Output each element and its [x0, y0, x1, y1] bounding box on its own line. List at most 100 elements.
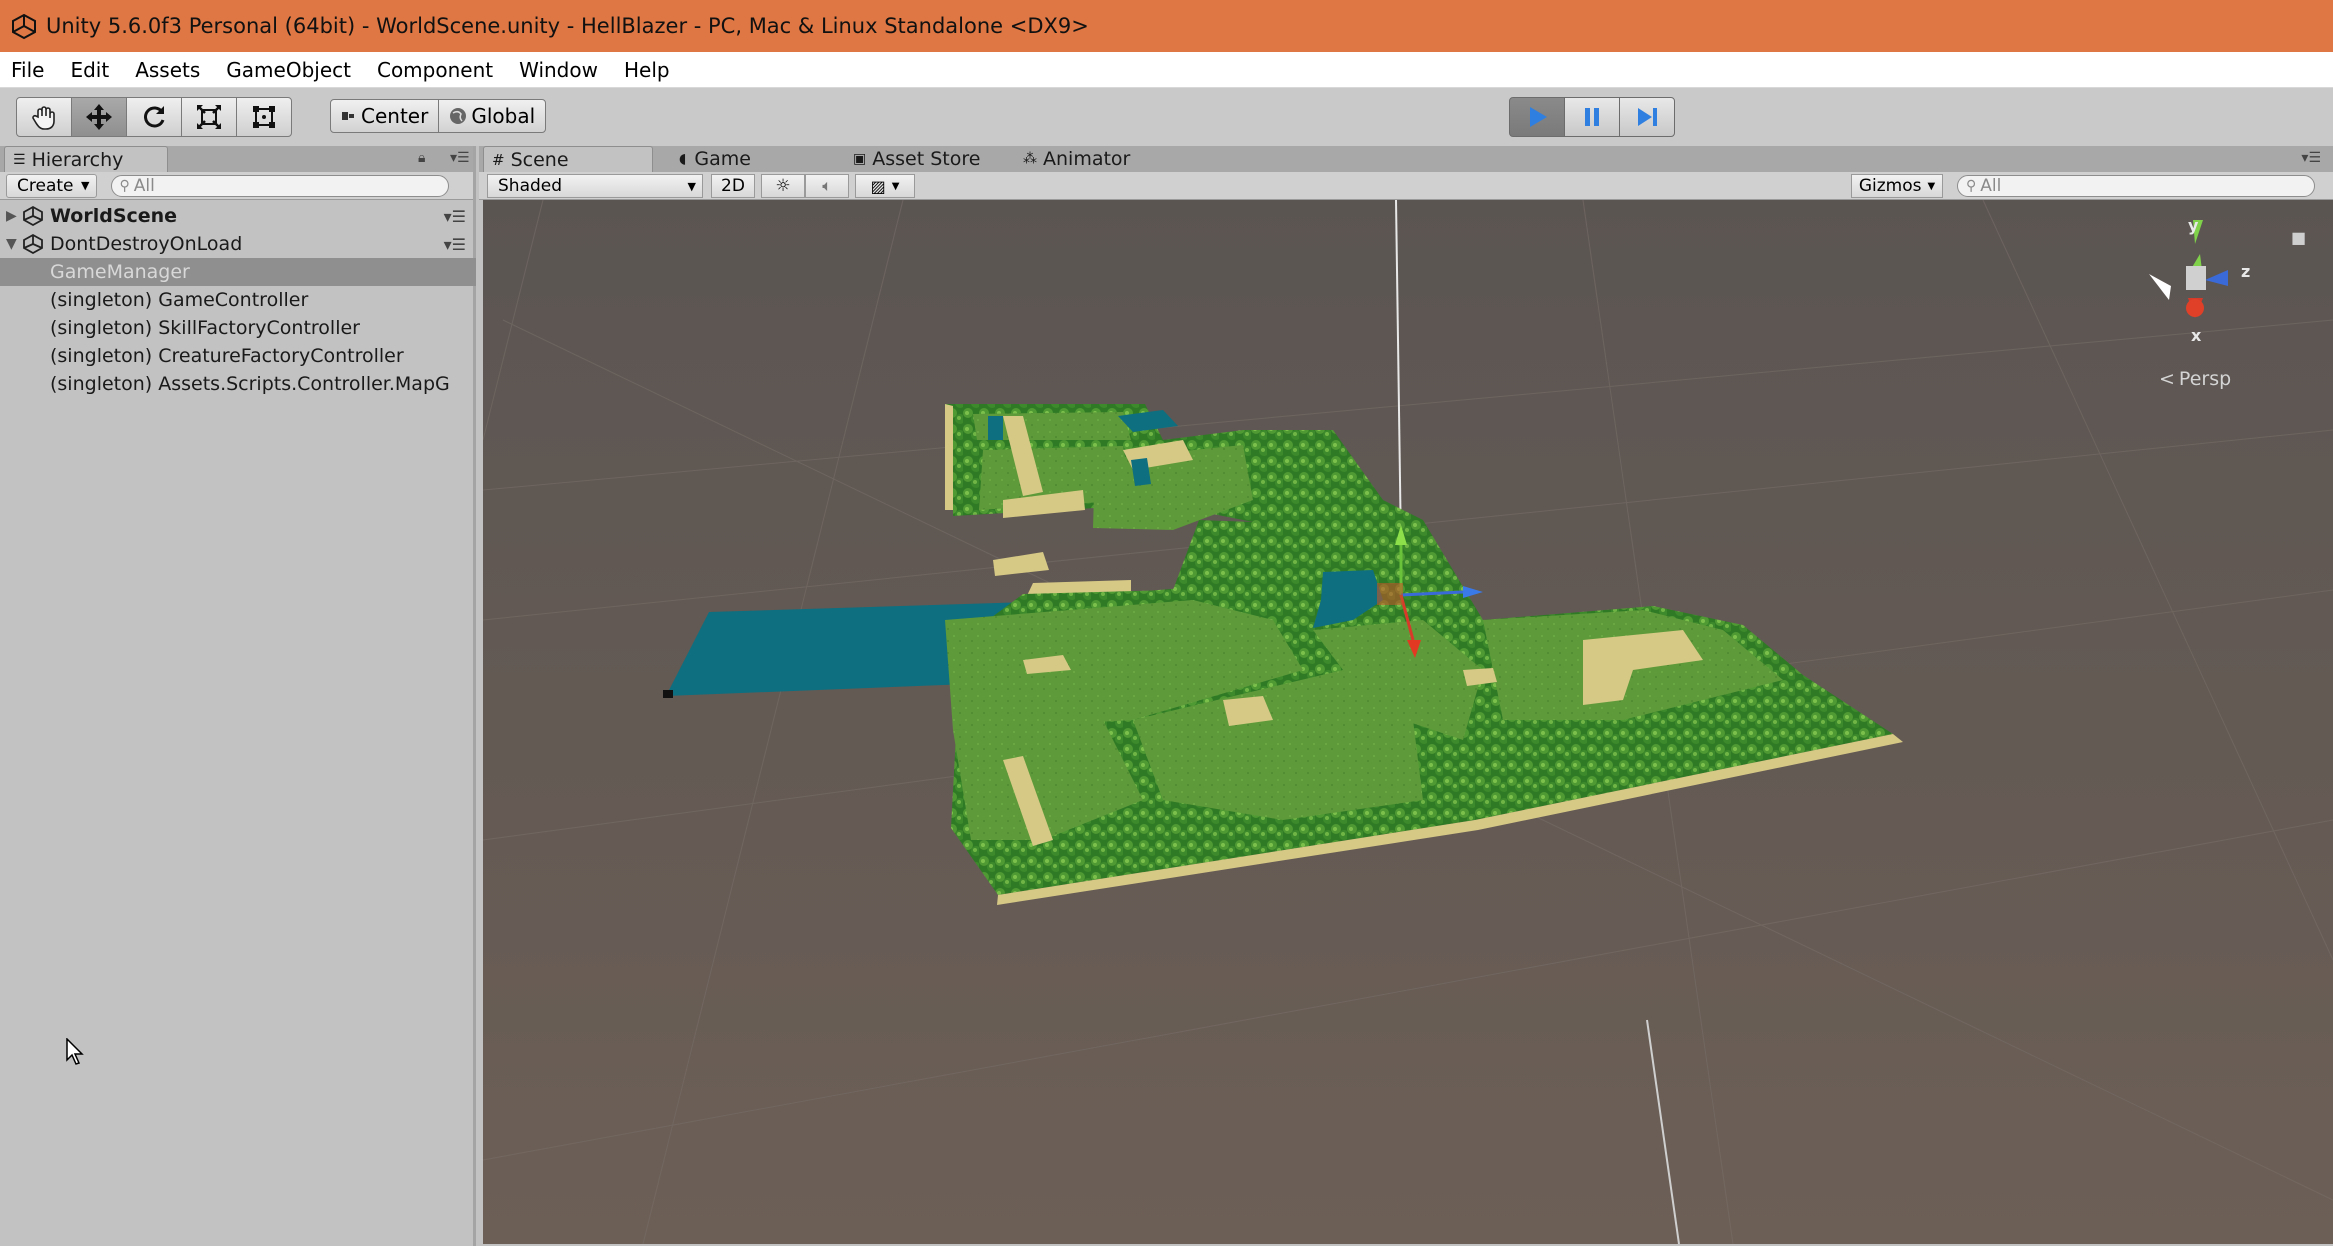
tab-scene[interactable]: # Scene [483, 146, 653, 172]
menu-component[interactable]: Component [364, 58, 506, 82]
pivot-global-label: Global [471, 104, 536, 128]
chevron-down-icon: ▼ [687, 179, 696, 193]
menu-file[interactable]: File [0, 58, 57, 82]
menu-window[interactable]: Window [506, 58, 611, 82]
projection-label: Persp [2178, 368, 2232, 390]
chevron-down-icon: ▼ [1927, 180, 1936, 192]
hierarchy-panel: ☰ Hierarchy 🔒︎ ▾☰ Create ▼ ⚲ All ▶ World… [0, 146, 476, 1246]
title-bar: Unity 5.6.0f3 Personal (64bit) - WorldSc… [0, 0, 2333, 52]
hierarchy-item-skillfactorycontroller[interactable]: (singleton) SkillFactoryController [0, 314, 476, 342]
pacman-icon: ◖ [679, 151, 687, 167]
menu-help[interactable]: Help [611, 58, 683, 82]
tab-game-label: Game [694, 148, 751, 170]
globe-icon [450, 108, 467, 124]
hierarchy-scene-worldscene[interactable]: ▶ WorldScene ▾☰ [0, 202, 476, 230]
pause-icon [1585, 108, 1599, 126]
menu-gameobject[interactable]: GameObject [213, 58, 364, 82]
panel-menu-icon[interactable]: ▾☰ [2301, 150, 2321, 166]
lock-icon[interactable]: 🔒︎ [418, 150, 425, 166]
scene-viewport[interactable]: y z x ■ < Persp [483, 200, 2333, 1244]
hierarchy-item-mapgenerator[interactable]: (singleton) Assets.Scripts.Controller.Ma… [0, 370, 476, 398]
hierarchy-search-input[interactable]: ⚲ All [110, 174, 449, 197]
axis-label-x: x [2191, 326, 2202, 345]
row-menu-icon[interactable]: ▾☰ [444, 207, 466, 226]
store-icon: ▣ [853, 151, 867, 167]
toggle-2d-label: 2D [721, 176, 745, 196]
move-tool-button[interactable] [71, 97, 127, 137]
gizmos-dropdown[interactable]: Gizmos ▼ [1851, 174, 1943, 198]
tab-animator-label: Animator [1043, 148, 1131, 170]
audio-toggle-button[interactable]: 🔈︎ [805, 174, 849, 198]
scale-tool-button[interactable] [181, 97, 237, 137]
hand-tool-button[interactable] [16, 97, 72, 137]
scene-panel: # Scene ◖ Game ▣ Asset Store ⁂ Animator … [479, 146, 2333, 1246]
hierarchy-item-label: GameManager [50, 261, 190, 283]
projection-toggle[interactable]: < Persp [2159, 368, 2231, 390]
step-button[interactable] [1619, 97, 1675, 137]
pivot-center-icon [342, 112, 354, 120]
hierarchy-item-gamemanager[interactable]: GameManager [0, 258, 476, 286]
hierarchy-item-label: (singleton) Assets.Scripts.Controller.Ma… [50, 373, 450, 395]
hierarchy-item-label: WorldScene [50, 205, 178, 227]
shading-mode-label: Shaded [498, 176, 563, 196]
hierarchy-item-label: (singleton) GameController [50, 289, 309, 311]
pivot-center-label: Center [361, 104, 429, 128]
step-icon [1638, 108, 1657, 126]
hand-icon [32, 106, 55, 130]
image-icon: ▨ [870, 176, 886, 196]
hierarchy-item-gamecontroller[interactable]: (singleton) GameController [0, 286, 476, 314]
effects-dropdown[interactable]: ▨ ▼ [855, 174, 915, 198]
main-toolbar: Center Global [0, 88, 2333, 146]
lighting-toggle-button[interactable]: ☼ [761, 174, 805, 198]
axis-label-y: y [2188, 216, 2199, 235]
pause-button[interactable] [1564, 97, 1620, 137]
rotate-tool-button[interactable] [126, 97, 182, 137]
toggle-2d-button[interactable]: 2D [711, 174, 755, 198]
rotate-icon [144, 106, 165, 128]
hierarchy-item-label: (singleton) CreatureFactoryController [50, 345, 404, 367]
mouse-cursor-icon [66, 1038, 84, 1065]
panel-menu-icon[interactable]: ▾☰ [450, 150, 470, 166]
collapse-arrow-icon[interactable]: ▼ [6, 236, 22, 252]
tab-animator[interactable]: ⁂ Animator [1015, 146, 1185, 172]
menu-assets[interactable]: Assets [122, 58, 213, 82]
hierarchy-scene-dontdestroyonload[interactable]: ▼ DontDestroyOnLoad ▾☰ [0, 230, 476, 258]
pivot-controls: Center Global [330, 99, 547, 139]
scene-search-input[interactable]: ⚲ All [1957, 175, 2315, 197]
window-title: Unity 5.6.0f3 Personal (64bit) - WorldSc… [46, 14, 1089, 38]
row-menu-icon[interactable]: ▾☰ [444, 235, 466, 254]
menu-edit[interactable]: Edit [57, 58, 122, 82]
rect-tool-button[interactable] [236, 97, 292, 137]
tab-hierarchy[interactable]: ☰ Hierarchy [4, 146, 168, 172]
search-icon: ⚲ [1966, 178, 1977, 194]
tab-game[interactable]: ◖ Game [671, 146, 821, 172]
scene-toolbar: Shaded ▼ 2D ☼ 🔈︎ ▨ ▼ Gizmos ▼ ⚲ All [479, 172, 2333, 200]
chevron-down-icon: ▼ [891, 180, 900, 192]
create-dropdown[interactable]: Create ▼ [6, 173, 97, 198]
unity-logo-icon [12, 13, 36, 40]
grid-icon: # [492, 150, 505, 169]
tab-hierarchy-label: Hierarchy [31, 148, 124, 171]
scene-search-placeholder: All [1980, 176, 2002, 196]
speaker-icon: 🔈︎ [822, 176, 832, 195]
gizmo-lock-icon[interactable]: ■ [2291, 228, 2306, 247]
hierarchy-search-placeholder: All [133, 175, 155, 196]
play-controls [1509, 97, 1675, 137]
expand-arrow-icon[interactable]: ▶ [6, 208, 22, 224]
tab-asset-store[interactable]: ▣ Asset Store [845, 146, 1015, 172]
list-icon: ☰ [13, 151, 26, 168]
hierarchy-tabstrip: ☰ Hierarchy 🔒︎ ▾☰ [0, 146, 473, 172]
search-icon: ⚲ [119, 177, 130, 194]
hierarchy-item-creaturefactorycontroller[interactable]: (singleton) CreatureFactoryController [0, 342, 476, 370]
create-label: Create [17, 175, 74, 196]
pivot-global-button[interactable]: Global [438, 99, 547, 133]
tab-asset-store-label: Asset Store [872, 148, 981, 170]
shading-mode-dropdown[interactable]: Shaded ▼ [487, 174, 703, 198]
move-icon [86, 104, 112, 130]
axis-label-z: z [2241, 262, 2251, 281]
tab-scene-label: Scene [510, 148, 569, 171]
pivot-center-button[interactable]: Center [330, 99, 440, 133]
play-button[interactable] [1509, 97, 1565, 137]
projection-arrow-icon: < [2159, 368, 2175, 390]
menu-bar: File Edit Assets GameObject Component Wi… [0, 52, 2333, 88]
